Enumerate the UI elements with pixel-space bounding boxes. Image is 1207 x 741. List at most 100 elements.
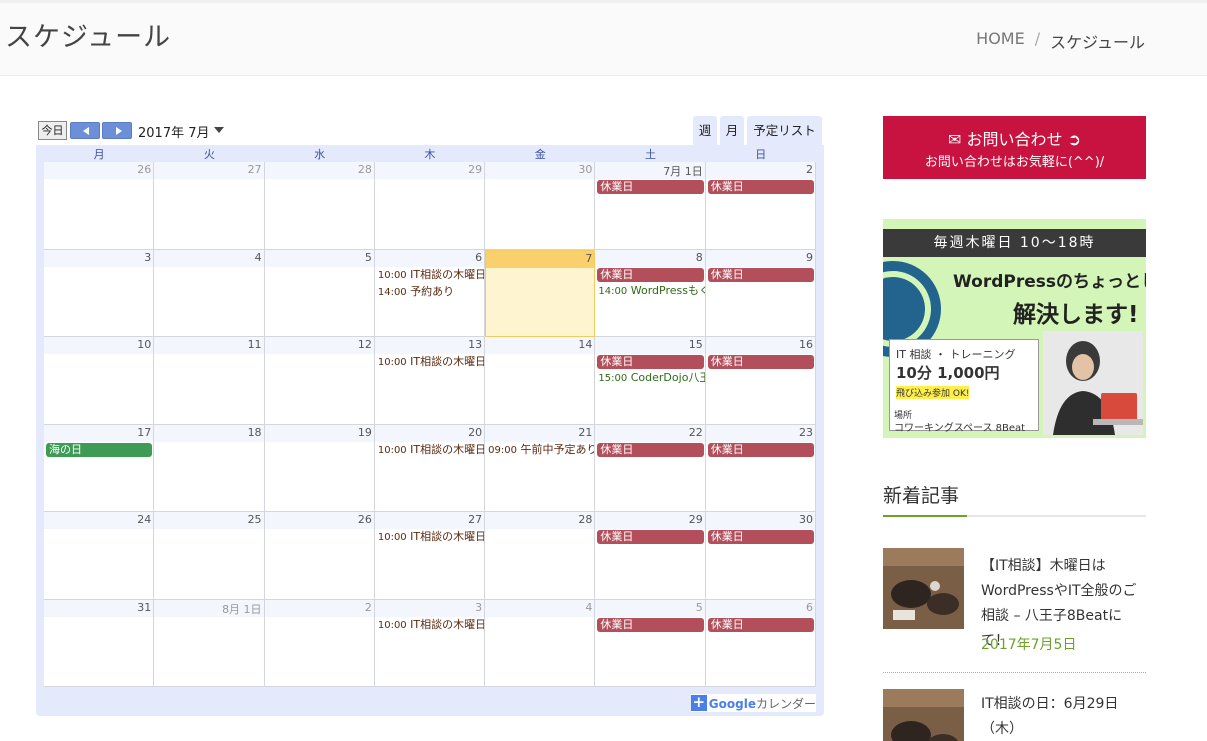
day-number: 3 (144, 250, 152, 264)
calendar-day-cell[interactable]: 3 10:00 IT相談の木曜日 (374, 599, 486, 687)
calendar-day-cell[interactable]: 12 (264, 337, 375, 425)
post-thumbnail[interactable] (883, 689, 964, 741)
all-day-event[interactable]: 休業日 (597, 617, 704, 632)
day-number: 4 (585, 600, 593, 614)
all-day-event[interactable]: 休業日 (597, 530, 704, 544)
calendar-day-cell[interactable]: 30 (485, 162, 596, 250)
day-number: 25 (247, 513, 262, 526)
calendar-toolbar: 今日 2017年 7月 週 月 予定リスト (36, 116, 824, 146)
calendar-day-cell[interactable]: 27 (154, 162, 265, 250)
all-day-event[interactable]: 休業日 (597, 267, 704, 282)
all-day-event[interactable]: 休業日 (707, 180, 814, 194)
calendar-day-cell[interactable]: 2 (264, 599, 375, 687)
calendar-day-cell[interactable]: 19 (264, 424, 375, 512)
next-month-button[interactable] (102, 122, 132, 139)
tab-week[interactable]: 週 (693, 116, 717, 146)
add-to-google-calendar-link[interactable]: + Googleカレンダー (690, 694, 816, 712)
today-button[interactable]: 今日 (38, 121, 67, 140)
timed-event[interactable]: 14:00 予約あり (378, 285, 484, 300)
calendar-day-cell[interactable]: 4 (154, 249, 265, 337)
calendar-day-cell[interactable]: 29 (374, 162, 486, 250)
day-number: 28 (578, 513, 593, 526)
post-title[interactable]: IT相談の日：6月29日（木） (981, 692, 1146, 741)
day-number: 29 (468, 163, 483, 176)
calendar-day-cell[interactable]: 30 休業日 (705, 512, 816, 600)
calendar-day-cell[interactable]: 24 (44, 512, 155, 600)
contact-button[interactable]: ✉ お問い合わせ ➲ お問い合わせはお気軽に(^^)/ (883, 116, 1146, 179)
google-calendar-embed: 今日 2017年 7月 週 月 予定リスト 月 火 水 木 金 土 日 26 27… (36, 116, 824, 716)
calendar-day-cell[interactable]: 10 (44, 337, 155, 425)
chevron-down-icon[interactable] (214, 127, 224, 133)
calendar-day-cell[interactable]: 28 (485, 512, 596, 600)
post-thumbnail[interactable] (883, 548, 964, 629)
calendar-day-cell[interactable]: 15 休業日 15:00 CoderDojo八王 (595, 337, 706, 425)
event-time: 10:00 (377, 357, 407, 368)
calendar-day-cell[interactable]: 26 (44, 162, 155, 250)
calendar-day-cell[interactable]: 11 (154, 337, 265, 425)
tab-agenda[interactable]: 予定リスト (747, 116, 822, 146)
event-time: 10:00 (377, 619, 407, 631)
all-day-event[interactable]: 休業日 (707, 442, 814, 457)
calendar-day-cell[interactable]: 7月 1日 休業日 (595, 162, 706, 250)
calendar-day-cell[interactable]: 18 (154, 424, 265, 512)
timed-event[interactable]: 15:00 CoderDojo八王 (598, 371, 704, 386)
calendar-day-cell[interactable]: 22 休業日 (595, 424, 706, 512)
calendar-day-cell[interactable]: 8月 1日 (154, 599, 265, 687)
event-title: WordPressもく (630, 283, 705, 297)
weekday-label: 月 (93, 148, 105, 161)
calendar-day-cell[interactable]: 26 (264, 512, 375, 600)
breadcrumb-current: スケジュール (1050, 33, 1145, 52)
calendar-day-cell[interactable]: 27 10:00 IT相談の木曜日 (374, 512, 486, 600)
calendar-day-cell[interactable]: 17 海の日 (44, 424, 155, 512)
weekday-label: 日 (755, 148, 767, 161)
it-consult-banner[interactable]: 毎週木曜日 10〜18時 WordPressのちょっとした悩みを 解決します! … (883, 219, 1146, 438)
calendar-day-cell[interactable]: 13 10:00 IT相談の木曜日 (374, 337, 486, 425)
timed-event[interactable]: 14:00 WordPressもく (598, 284, 704, 299)
calendar-day-cell[interactable]: 5 休業日 (595, 599, 706, 687)
post-date: 2017年7月5日 (981, 637, 1077, 653)
all-day-event[interactable]: 休業日 (707, 530, 814, 544)
timed-event[interactable]: 10:00 IT相談の木曜日 (378, 618, 484, 633)
calendar-day-cell[interactable]: 3 (44, 249, 155, 337)
day-number: 17 (137, 425, 152, 439)
calendar-day-cell[interactable]: 6 休業日 (705, 599, 816, 687)
breadcrumb-home-link[interactable]: HOME (976, 29, 1025, 53)
all-day-event[interactable]: 休業日 (597, 180, 704, 194)
day-number: 28 (357, 163, 372, 176)
calendar-day-cell[interactable]: 21 09:00 午前中予定あり (485, 424, 596, 512)
calendar-day-cell[interactable]: 7 (485, 249, 596, 337)
calendar-day-cell[interactable]: 29 休業日 (595, 512, 706, 600)
all-day-event[interactable]: 休業日 (707, 355, 814, 369)
timed-event[interactable]: 10:00 IT相談の木曜日 (378, 268, 484, 283)
calendar-day-cell[interactable]: 20 10:00 IT相談の木曜日 (374, 424, 486, 512)
calendar-day-cell[interactable]: 9 休業日 (705, 249, 816, 337)
calendar-day-cell[interactable]: 2 休業日 (705, 162, 816, 250)
calendar-day-cell[interactable]: 14 (485, 337, 596, 425)
tab-month[interactable]: 月 (720, 116, 744, 146)
timed-event[interactable]: 10:00 IT相談の木曜日 (378, 355, 484, 370)
all-day-event[interactable]: 休業日 (597, 442, 704, 457)
event-time: 09:00 (488, 444, 517, 456)
calendar-day-cell[interactable]: 23 休業日 (705, 424, 816, 512)
calendar-day-cell[interactable]: 28 (264, 162, 375, 250)
all-day-event[interactable]: 休業日 (707, 267, 814, 282)
prev-month-button[interactable] (70, 122, 100, 139)
calendar-day-cell[interactable]: 16 休業日 (705, 337, 816, 425)
weekday-label: 火 (203, 148, 215, 161)
timed-event[interactable]: 10:00 IT相談の木曜日 (378, 530, 484, 545)
calendar-day-cell[interactable]: 8 休業日 14:00 WordPressもく (595, 249, 706, 337)
calendar-day-cell[interactable]: 5 (264, 249, 375, 337)
calendar-day-cell[interactable]: 4 (485, 599, 596, 687)
day-number-bar (595, 599, 705, 617)
timed-event[interactable]: 09:00 午前中予定あり (488, 443, 594, 458)
calendar-day-cell[interactable]: 6 10:00 IT相談の木曜日 14:00 予約あり (374, 249, 486, 337)
calendar-day-cell[interactable]: 25 (154, 512, 265, 600)
all-day-event[interactable]: 海の日 (46, 442, 153, 457)
event-time: 10:00 (377, 444, 407, 456)
timed-event[interactable]: 10:00 IT相談の木曜日 (378, 443, 484, 458)
recent-post-item[interactable]: IT相談の日：6月29日（木） (883, 689, 1146, 741)
all-day-event[interactable]: 休業日 (707, 617, 814, 632)
calendar-day-cell[interactable]: 31 (44, 599, 155, 687)
recent-post-item[interactable]: 【IT相談】木曜日はWordPressやIT全般のご相談 – 八王子8Beatに… (883, 548, 1146, 658)
all-day-event[interactable]: 休業日 (597, 355, 704, 369)
